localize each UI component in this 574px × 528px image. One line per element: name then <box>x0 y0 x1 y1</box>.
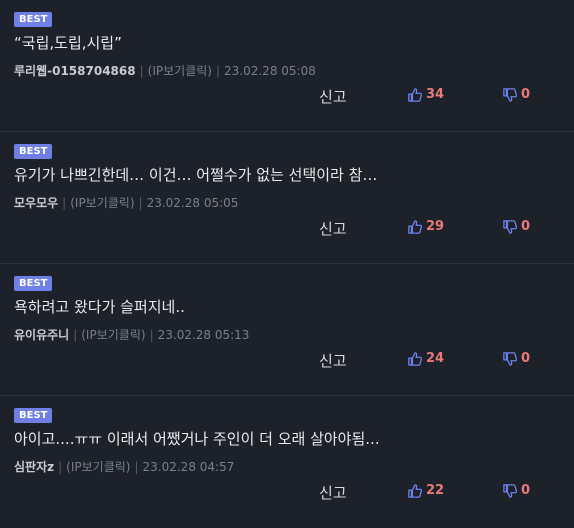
best-badge: BEST <box>14 12 53 27</box>
best-badge: BEST <box>14 144 53 159</box>
upvote-count: 34 <box>426 87 445 102</box>
thumbs-up-icon <box>408 351 422 366</box>
downvote-button[interactable]: 0 <box>503 351 530 366</box>
comment-nickname[interactable]: 루리웹-0158704868 <box>14 64 136 78</box>
thumbs-up-icon <box>408 219 422 234</box>
upvote-count: 22 <box>426 483 445 498</box>
thumbs-down-icon <box>503 87 517 102</box>
downvote-button[interactable]: 0 <box>503 219 530 234</box>
comment-nickname[interactable]: 유이유주니 <box>14 328 69 342</box>
comment-meta: 심판자z | (IP보기클릭) | 23.02.28 04:57 <box>14 460 235 474</box>
report-button[interactable]: 신고 <box>319 350 347 371</box>
comment-time: 23.02.28 05:13 <box>157 328 250 342</box>
upvote-button[interactable]: 24 <box>408 351 444 366</box>
downvote-count: 0 <box>521 351 531 366</box>
comment-time: 23.02.28 04:57 <box>142 460 235 474</box>
downvote-count: 0 <box>521 219 531 234</box>
comment-time: 23.02.28 05:08 <box>224 64 316 78</box>
comment-time: 23.02.28 05:05 <box>146 196 239 210</box>
comment-meta: 유이유주니 | (IP보기클릭) | 23.02.28 05:13 <box>14 328 250 342</box>
comment-nickname[interactable]: 심판자z <box>14 460 54 474</box>
upvote-count: 29 <box>426 219 445 234</box>
downvote-count: 0 <box>521 483 531 498</box>
thumbs-down-icon <box>503 483 517 498</box>
comment-item: BEST 욕하려고 왔다가 슬퍼지네.. 유이유주니 | (IP보기클릭) | 23.0… <box>0 264 574 396</box>
downvote-count: 0 <box>521 87 531 102</box>
ip-view-link[interactable]: (IP보기클릭) <box>81 328 145 342</box>
ip-view-link[interactable]: (IP보기클릭) <box>70 196 134 210</box>
comment-item: BEST “국립,도립,시립” 루리웹-0158704868 | (IP보기클릭) |… <box>0 0 574 132</box>
thumbs-down-icon <box>503 219 517 234</box>
ip-view-link[interactable]: (IP보기클릭) <box>66 460 130 474</box>
comment-text: 유기가 나쁘긴한데… 이건… 어쩔수가 없는 선택이라 참… <box>14 166 378 184</box>
upvote-count: 24 <box>426 351 445 366</box>
upvote-button[interactable]: 29 <box>408 219 444 234</box>
downvote-button[interactable]: 0 <box>503 483 530 498</box>
ip-view-link[interactable]: (IP보기클릭) <box>148 64 212 78</box>
report-button[interactable]: 신고 <box>319 218 347 239</box>
upvote-button[interactable]: 34 <box>408 87 444 102</box>
comment-list: BEST “국립,도립,시립” 루리웹-0158704868 | (IP보기클릭) |… <box>0 0 574 528</box>
report-button[interactable]: 신고 <box>319 86 347 107</box>
comment-meta: 모우모우 | (IP보기클릭) | 23.02.28 05:05 <box>14 196 239 210</box>
comment-text: 아이고....ㅠㅠ 이래서 어쨌거나 주인이 더 오래 살아야됨... <box>14 430 380 448</box>
comment-text: 욕하려고 왔다가 슬퍼지네.. <box>14 298 185 316</box>
comment-item: BEST 유기가 나쁘긴한데… 이건… 어쩔수가 없는 선택이라 참… 모우모우… <box>0 132 574 264</box>
comment-nickname[interactable]: 모우모우 <box>14 196 58 210</box>
comment-meta: 루리웹-0158704868 | (IP보기클릭) | 23.02.28 05:08 <box>14 64 316 78</box>
comment-item: BEST 아이고....ㅠㅠ 이래서 어쨌거나 주인이 더 오래 살아야됨...… <box>0 396 574 528</box>
report-button[interactable]: 신고 <box>319 482 347 503</box>
upvote-button[interactable]: 22 <box>408 483 444 498</box>
best-badge: BEST <box>14 408 53 423</box>
thumbs-up-icon <box>408 87 422 102</box>
thumbs-down-icon <box>503 351 517 366</box>
downvote-button[interactable]: 0 <box>503 87 530 102</box>
thumbs-up-icon <box>408 483 422 498</box>
best-badge: BEST <box>14 276 53 291</box>
comment-text: “국립,도립,시립” <box>14 34 122 52</box>
